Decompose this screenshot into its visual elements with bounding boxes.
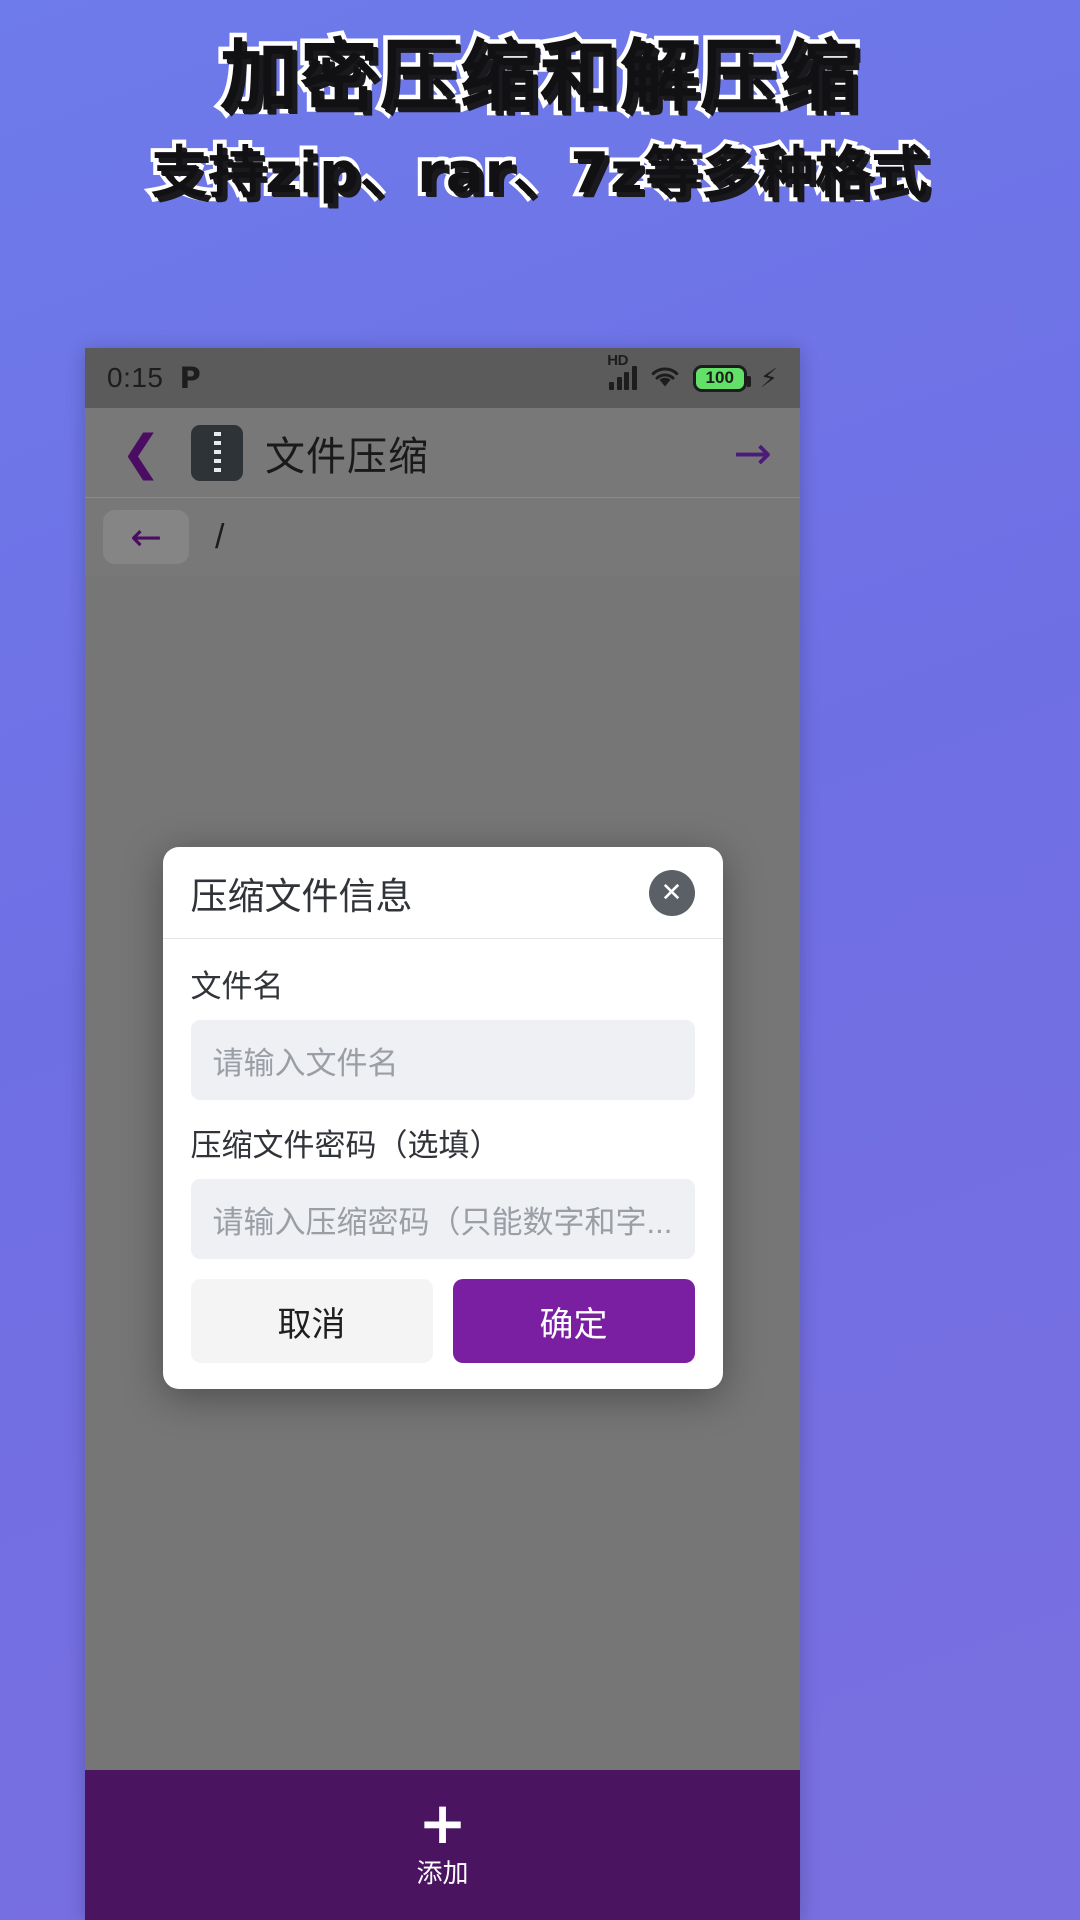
page-title: 文件压缩 xyxy=(265,434,429,479)
plus-icon: + xyxy=(418,1789,467,1858)
cancel-button[interactable]: 取消 xyxy=(190,1279,433,1363)
add-button-label: 添加 xyxy=(416,1857,469,1888)
arrow-right-icon[interactable]: → xyxy=(733,430,772,476)
password-input[interactable]: 请输入压缩密码（只能数字和字... xyxy=(190,1179,695,1259)
status-bar: 0:15 P HD 100 ⚡ xyxy=(85,348,800,408)
filename-input[interactable]: 请输入文件名 xyxy=(190,1020,695,1100)
dialog-body: 文件名 请输入文件名 压缩文件密码（选填） 请输入压缩密码（只能数字和字... … xyxy=(163,939,723,1389)
app-header: ❮ 文件压缩 → xyxy=(85,408,800,498)
promo-banner: 加密压缩和解压缩 支持zip、rar、7z等多种格式 xyxy=(0,0,1080,206)
battery-icon: 100 xyxy=(692,364,751,392)
promo-subtitle: 支持zip、rar、7z等多种格式 xyxy=(147,141,931,206)
signal-bars-icon: HD xyxy=(607,352,637,390)
status-bar-right: HD 100 ⚡ xyxy=(607,352,778,393)
file-list-area: 压缩文件信息 ✕ 文件名 请输入文件名 压缩文件密码（选填） 请输入压缩密码（只… xyxy=(85,576,800,1770)
app-badge-icon: P xyxy=(179,361,201,395)
hd-label: HD xyxy=(607,352,628,369)
chevron-left-icon[interactable]: ❮ xyxy=(113,425,169,481)
promo-title: 加密压缩和解压缩 xyxy=(215,32,862,122)
status-bar-left: 0:15 P xyxy=(107,361,201,395)
password-placeholder: 请输入压缩密码（只能数字和字... xyxy=(212,1204,673,1240)
zip-archive-icon xyxy=(191,424,243,481)
confirm-button[interactable]: 确定 xyxy=(452,1279,695,1363)
battery-level: 100 xyxy=(705,368,734,387)
dialog-title: 压缩文件信息 xyxy=(190,875,413,917)
status-time: 0:15 xyxy=(107,362,164,393)
filename-placeholder: 请输入文件名 xyxy=(212,1045,399,1081)
wifi-icon xyxy=(650,366,680,390)
password-label: 压缩文件密码（选填） xyxy=(190,1128,501,1163)
compress-info-dialog: 压缩文件信息 ✕ 文件名 请输入文件名 压缩文件密码（选填） 请输入压缩密码（只… xyxy=(162,847,723,1389)
bottom-bar[interactable]: + 添加 xyxy=(85,1770,800,1920)
filename-label: 文件名 xyxy=(190,969,284,1004)
arrow-left-icon[interactable]: ← xyxy=(103,510,189,564)
dialog-actions: 取消 确定 xyxy=(190,1279,695,1363)
lightning-bolt-icon: ⚡ xyxy=(759,363,778,393)
signal-strength-icon xyxy=(609,366,637,390)
dialog-header: 压缩文件信息 ✕ xyxy=(162,847,723,939)
breadcrumb: ← / xyxy=(85,498,800,576)
breadcrumb-path[interactable]: / xyxy=(215,518,224,557)
dialog-overlay: 压缩文件信息 ✕ 文件名 请输入文件名 压缩文件密码（选填） 请输入压缩密码（只… xyxy=(85,576,800,1770)
phone-screenshot: 0:15 P HD 100 ⚡ ❮ 文件压缩 → ← / 压缩文件信息 ✕ 文件… xyxy=(85,348,800,1920)
close-circle-icon[interactable]: ✕ xyxy=(648,869,695,916)
